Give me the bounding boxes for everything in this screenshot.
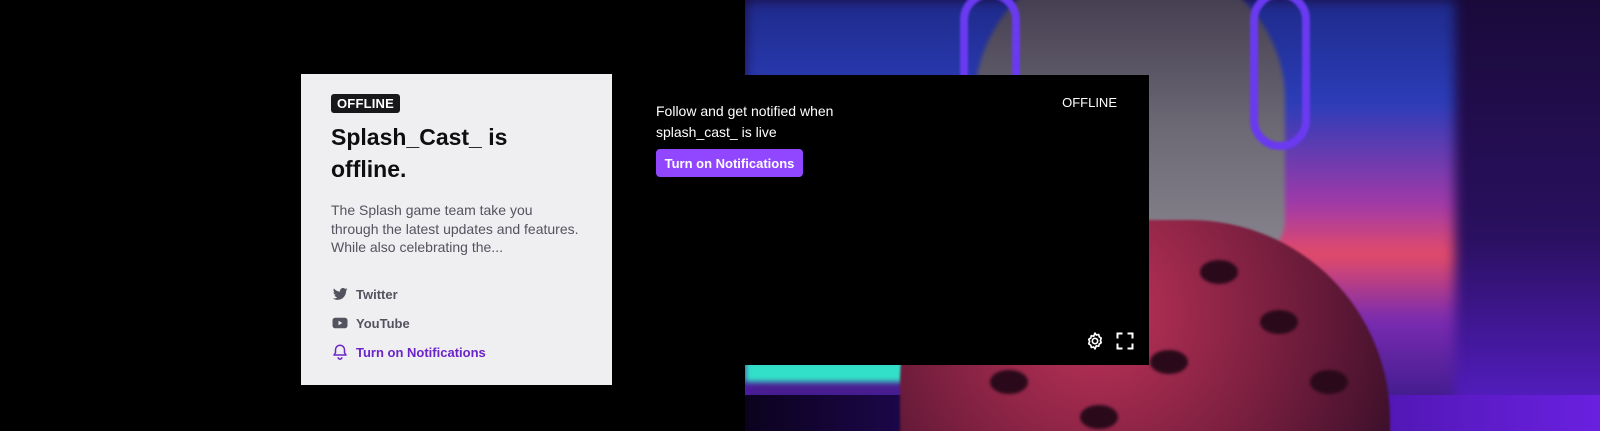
youtube-link-label: YouTube <box>356 315 410 331</box>
youtube-link[interactable]: YouTube <box>331 309 582 338</box>
social-links: Twitter YouTube Turn on Notifications <box>331 280 582 367</box>
player-offline-label: OFFLINE <box>1062 95 1117 110</box>
turn-on-notifications-label: Turn on Notifications <box>356 344 486 360</box>
twitter-link[interactable]: Twitter <box>331 280 582 309</box>
turn-on-notifications-link[interactable]: Turn on Notifications <box>331 338 582 367</box>
twitter-icon <box>332 288 348 301</box>
channel-offline-title: Splash_Cast_ is offline. <box>331 124 508 183</box>
channel-description: The Splash game team take you through th… <box>331 202 579 255</box>
fullscreen-button[interactable] <box>1115 331 1135 351</box>
fullscreen-icon <box>1116 332 1134 350</box>
youtube-icon <box>332 318 348 329</box>
settings-button[interactable] <box>1085 331 1105 351</box>
offline-badge: OFFLINE <box>331 94 401 113</box>
offline-banner: OFFLINE Splash_Cast_ is offline. The Spl… <box>0 0 1600 431</box>
offline-info-card: OFFLINE Splash_Cast_ is offline. The Spl… <box>301 74 612 385</box>
gear-icon <box>1087 332 1103 350</box>
turn-on-notifications-button[interactable]: Turn on Notifications <box>656 149 803 177</box>
video-player[interactable]: Follow and get notified when splash_cast… <box>631 75 1149 365</box>
bell-icon <box>333 344 347 361</box>
twitter-link-label: Twitter <box>356 286 398 302</box>
follow-prompt: Follow and get notified when splash_cast… <box>656 103 834 140</box>
